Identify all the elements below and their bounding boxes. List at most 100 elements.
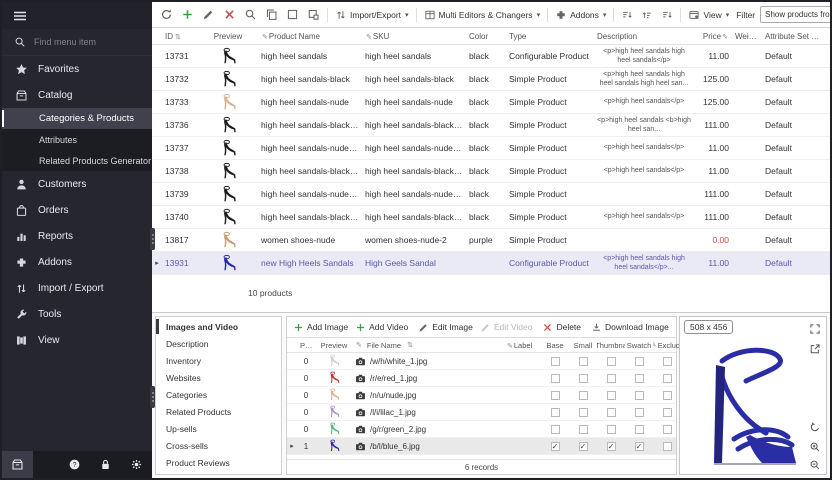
products-col-description[interactable]: Description (594, 32, 694, 41)
products-col-attr[interactable]: Attribute Set Name (762, 32, 828, 41)
small-checkbox[interactable] (579, 408, 588, 417)
products-col-sku[interactable]: ✎SKU (362, 32, 466, 41)
table-row[interactable]: 13731high heel sandalshigh heel sandalsb… (152, 45, 830, 68)
products-col-name[interactable]: ✎Product Name (258, 32, 362, 41)
table-row[interactable]: 13732high heel sandals-blackhigh heel sa… (152, 68, 830, 91)
products-col-weight[interactable]: Weight (732, 32, 762, 41)
image-row[interactable]: 0/w/h/white_1.jpg (287, 353, 676, 370)
zoom-in-icon[interactable] (809, 441, 821, 453)
paste-button[interactable] (304, 6, 323, 23)
fullscreen-icon[interactable] (809, 323, 821, 335)
images-col-base[interactable]: Base (541, 341, 569, 350)
tab-related-products[interactable]: Related Products (156, 403, 281, 420)
thumbnail-checkbox[interactable] (607, 391, 616, 400)
edit-image-button[interactable]: Edit Image (416, 322, 475, 333)
lock-button[interactable] (90, 451, 121, 478)
images-col-thumb[interactable]: Thumbna (597, 341, 625, 350)
exclude-checkbox[interactable] (663, 374, 672, 383)
tab-websites[interactable]: Websites (156, 369, 281, 386)
image-row[interactable]: 0/l/i/lilac_1.jpg (287, 404, 676, 421)
sidebar-item-import-export[interactable]: Import / Export (2, 275, 152, 301)
copy-button[interactable] (262, 6, 281, 23)
image-row[interactable]: 0/r/e/red_1.jpg (287, 370, 676, 387)
import-export-dropdown[interactable]: Import/Export▾ (332, 7, 412, 23)
images-col-preview[interactable]: Preview (315, 341, 353, 350)
hamburger-menu-icon[interactable] (12, 8, 28, 24)
images-col-pr[interactable]: Pr✎ (297, 341, 315, 350)
exclude-checkbox[interactable] (663, 425, 672, 434)
search-button[interactable] (241, 6, 260, 23)
products-col-price[interactable]: Price✎ (694, 32, 732, 41)
thumbnail-checkbox[interactable] (607, 408, 616, 417)
table-row[interactable]: 13739high heel sandals-nude-37high heel … (152, 183, 830, 206)
small-checkbox[interactable] (579, 391, 588, 400)
sidebar-item-view[interactable]: View (2, 327, 152, 353)
thumbnail-checkbox[interactable] (607, 357, 616, 366)
products-col-preview[interactable]: Preview (198, 32, 258, 41)
small-checkbox[interactable] (579, 357, 588, 366)
refresh-button[interactable] (157, 6, 176, 23)
table-row[interactable]: 13738high heel sandals-black-37high heel… (152, 160, 830, 183)
swatch-checkbox[interactable] (635, 408, 644, 417)
addons-dropdown[interactable]: Addons▾ (552, 7, 609, 23)
edit-product-button[interactable] (199, 6, 218, 23)
thumbnail-checkbox[interactable]: ✓ (607, 442, 616, 451)
table-row[interactable]: 13817women shoes-nudewomen shoes-nude-2p… (152, 229, 830, 252)
base-checkbox[interactable] (551, 408, 560, 417)
images-col-swatch[interactable]: Swatch (625, 341, 653, 350)
swatch-checkbox[interactable] (635, 374, 644, 383)
images-col-small[interactable]: Small (569, 341, 597, 350)
products-col-id[interactable]: ID⇅ (162, 32, 198, 41)
exclude-checkbox[interactable] (663, 442, 672, 451)
sort-asc-button[interactable] (638, 7, 656, 23)
sidebar-item-categories-products[interactable]: Categories & Products (2, 108, 152, 129)
add-product-button[interactable] (178, 6, 197, 23)
exclude-checkbox[interactable] (663, 357, 672, 366)
exclude-checkbox[interactable] (663, 391, 672, 400)
exclude-checkbox[interactable] (663, 408, 672, 417)
images-col-label[interactable]: ✎Label (503, 341, 541, 350)
base-checkbox[interactable] (551, 425, 560, 434)
panel-splitter-handle[interactable] (150, 228, 155, 250)
sidebar-item-addons[interactable]: Addons (2, 249, 152, 275)
base-checkbox[interactable] (551, 374, 560, 383)
tab-images-and-video[interactable]: Images and Video (156, 318, 281, 335)
table-row[interactable]: 13733high heel sandals-nudehigh heel san… (152, 91, 830, 114)
thumbnail-checkbox[interactable] (607, 374, 616, 383)
sidebar-item-reports[interactable]: Reports (2, 223, 152, 249)
table-row[interactable]: 13740high heel sandals-black-38high heel… (152, 206, 830, 229)
sidebar-item-catalog[interactable]: Catalog (2, 82, 152, 108)
sort-az-button[interactable] (618, 7, 636, 23)
table-row[interactable]: ▸13931new High Heels SandalsHigh Geels S… (152, 252, 830, 275)
panel-splitter-handle-bottom[interactable] (150, 386, 155, 408)
small-checkbox[interactable]: ✓ (579, 442, 588, 451)
swatch-checkbox[interactable]: ✓ (635, 442, 644, 451)
small-checkbox[interactable] (579, 374, 588, 383)
category-filter-select[interactable]: Show products from selected categories ▾ (760, 6, 832, 23)
thumbnail-checkbox[interactable] (607, 425, 616, 434)
sidebar-search-input[interactable]: Find menu item (2, 29, 152, 56)
add-image-button[interactable]: Add Image (291, 322, 350, 333)
table-row[interactable]: 13736high heel sandals-black-36high heel… (152, 114, 830, 137)
external-link-icon[interactable] (809, 343, 821, 355)
delete-image-button[interactable]: Delete (540, 322, 583, 333)
tab-description[interactable]: Description (156, 335, 281, 352)
sidebar-item-related-products-generator[interactable]: Related Products Generator (2, 150, 152, 171)
base-checkbox[interactable]: ✓ (551, 442, 560, 451)
download-image-button[interactable]: Download Image (589, 322, 671, 333)
products-col-color[interactable]: Color (466, 32, 506, 41)
rotate-icon[interactable] (809, 421, 821, 433)
sort-desc-button[interactable] (658, 7, 676, 23)
delete-product-button[interactable] (220, 6, 239, 23)
tab-product-reviews[interactable]: Product Reviews (156, 454, 281, 471)
sidebar-item-tools[interactable]: Tools (2, 301, 152, 327)
sidebar-item-favorites[interactable]: Favorites (2, 56, 152, 82)
sidebar-item-customers[interactable]: Customers (2, 171, 152, 197)
tab-inventory[interactable]: Inventory (156, 352, 281, 369)
settings-button[interactable] (121, 451, 152, 478)
help-button[interactable] (59, 451, 90, 478)
swatch-checkbox[interactable] (635, 357, 644, 366)
sidebar-item-orders[interactable]: Orders (2, 197, 152, 223)
view-dropdown[interactable]: View▾ (685, 7, 732, 23)
tab-cross-sells[interactable]: Cross-sells (156, 437, 281, 454)
